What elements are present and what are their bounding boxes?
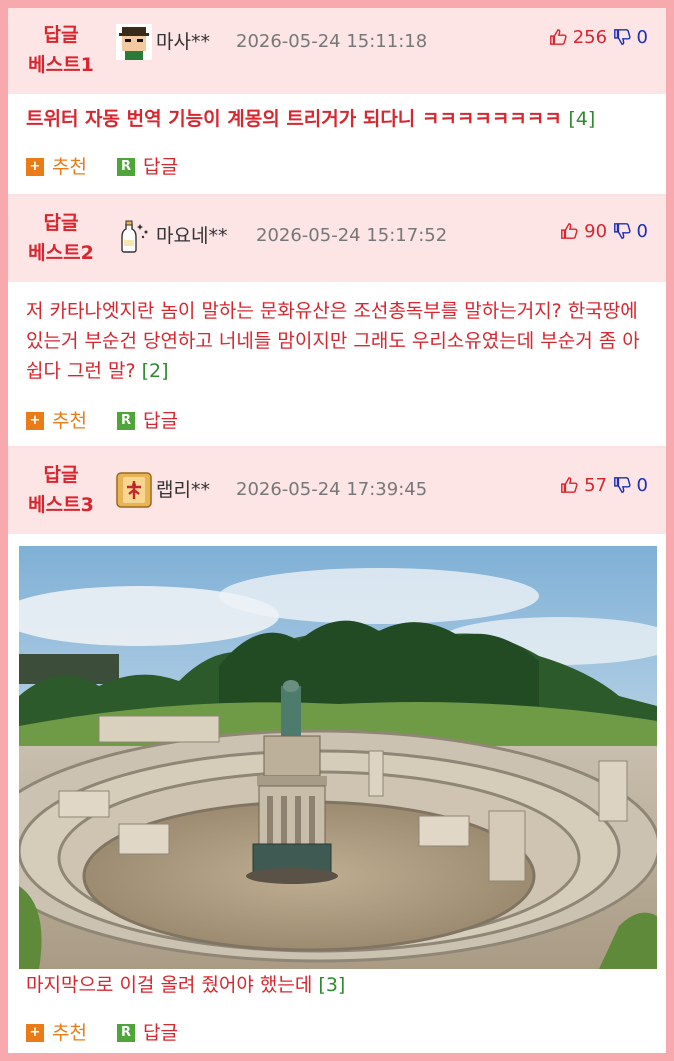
recommend-label: 추천 [52,410,87,432]
recommend-label: 추천 [52,1022,87,1044]
comment-text: 마지막으로 이걸 올려 줬어야 했는데 [3] [26,970,654,1000]
best-label: 답글 베스트3 [16,460,106,520]
recommend-button[interactable]: + 추천 [26,407,87,435]
comment-body: 트위터 자동 번역 기능이 계몽의 트리거가 되다니 ㅋㅋㅋㅋㅋㅋㅋㅋ [26,108,562,130]
plus-icon: + [26,1024,44,1042]
reply-label: 답글 [143,1022,178,1044]
comment-header: 답글 베스트1 마사** 2026-05-24 15:11:18 256 0 [8,8,666,94]
reply-icon: R [117,1024,136,1042]
reply-count[interactable]: [2] [142,360,169,382]
plus-icon: + [26,412,44,430]
downvote-count: 0 [636,27,648,48]
thumbs-down-icon [613,29,631,45]
bottle-avatar[interactable] [116,218,152,254]
comment-actions: + 추천 R 답글 [26,404,202,435]
vote-counts: 57 0 [560,468,648,504]
comment-body: 저 카타나엣지란 놈이 말하는 문화유산은 조선총독부를 말하는거지? 한국땅에… [26,300,640,382]
upvote-count: 256 [572,27,608,48]
best-label-line1: 답글 [43,464,79,486]
thumbs-up-icon [550,29,567,45]
comment-header: 답글 베스트3 랩리** 2026-05-24 17:39:45 57 0 [8,448,666,534]
plus-icon: + [26,158,44,176]
comment-text: 저 카타나엣지란 놈이 말하는 문화유산은 조선총독부를 말하는거지? 한국땅에… [26,296,654,386]
reply-count[interactable]: [3] [318,974,345,996]
comment-date: 2026-05-24 15:11:18 [236,31,428,52]
downvote-count: 0 [636,221,648,242]
circular-stone-ruins-photo[interactable] [19,546,657,969]
comment-header: 답글 베스트2 마요네** 2026-05-24 15:17:52 90 0 [8,196,666,282]
reply-label: 답글 [143,410,178,432]
best-label-line2: 베스트1 [28,54,94,76]
reply-count[interactable]: [4] [568,108,595,130]
thumbs-up-icon [561,223,579,239]
upvote-count: 90 [584,221,608,242]
reply-button[interactable]: R 답글 [117,1019,178,1047]
best-comment-3: 답글 베스트3 랩리** 2026-05-24 17:39:45 57 0 마지… [8,448,666,1053]
comment-text: 트위터 자동 번역 기능이 계몽의 트리거가 되다니 ㅋㅋㅋㅋㅋㅋㅋㅋ [4] [26,104,654,134]
downvote-button[interactable]: 0 [613,475,648,496]
reply-label: 답글 [143,156,178,178]
comment-date: 2026-05-24 15:17:52 [256,225,448,246]
recommend-button[interactable]: + 추천 [26,153,87,181]
upvote-count: 57 [584,475,608,496]
downvote-button[interactable]: 0 [613,221,648,242]
upvote-button[interactable]: 90 [560,221,612,242]
best-comment-1: 답글 베스트1 마사** 2026-05-24 15:11:18 256 0 트… [8,8,666,194]
thumbs-down-icon [613,477,631,493]
vote-counts: 256 0 [549,20,648,56]
comment-list: 답글 베스트1 마사** 2026-05-24 15:11:18 256 0 트… [8,8,666,1053]
mahjong-tile-avatar[interactable] [116,472,152,508]
best-comment-2: 답글 베스트2 마요네** 2026-05-24 15:17:52 90 0 저… [8,196,666,446]
comment-actions: + 추천 R 답글 [26,150,202,181]
best-label-line2: 베스트2 [28,242,94,264]
downvote-button[interactable]: 0 [613,27,648,48]
thumbs-down-icon [613,223,631,239]
best-label-line2: 베스트3 [28,494,94,516]
nickname[interactable]: 마요네** [156,218,227,254]
downvote-count: 0 [636,475,648,496]
best-label: 답글 베스트1 [16,20,106,80]
recommend-button[interactable]: + 추천 [26,1019,87,1047]
best-label: 답글 베스트2 [16,208,106,268]
nickname[interactable]: 랩리** [156,472,210,508]
upvote-button[interactable]: 256 [549,27,613,48]
thumbs-up-icon [561,477,579,493]
pixel-person-avatar[interactable] [116,24,152,60]
reply-icon: R [117,158,136,176]
vote-counts: 90 0 [560,214,648,250]
comment-body: 마지막으로 이걸 올려 줬어야 했는데 [26,974,313,996]
best-label-line1: 답글 [43,24,79,46]
reply-icon: R [117,412,136,430]
reply-button[interactable]: R 답글 [117,153,178,181]
nickname[interactable]: 마사** [156,24,210,60]
comment-date: 2026-05-24 17:39:45 [236,479,428,500]
best-label-line1: 답글 [43,212,79,234]
recommend-label: 추천 [52,156,87,178]
reply-button[interactable]: R 답글 [117,407,178,435]
comment-actions: + 추천 R 답글 [26,1016,202,1047]
upvote-button[interactable]: 57 [560,475,612,496]
